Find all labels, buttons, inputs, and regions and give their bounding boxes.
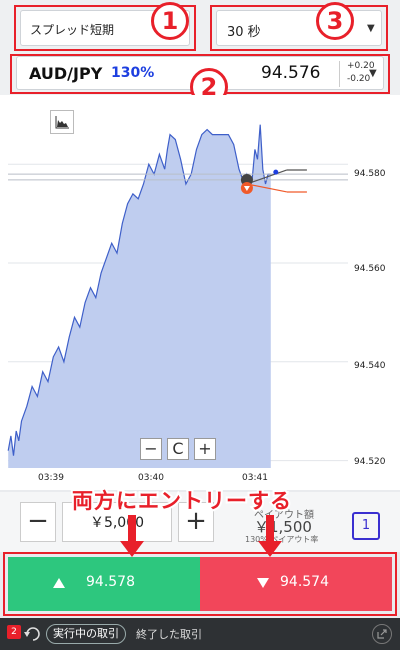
pair-name: AUD/JPY [29,64,103,83]
divider [339,61,340,87]
y-tick-label: 94.580 [354,169,386,179]
y-tick-label: 94.520 [354,457,386,467]
tab-closed-trades[interactable]: 終了した取引 [136,626,202,642]
open-trades-count: 2 [7,625,21,639]
reset-zoom-button[interactable]: C [167,438,189,460]
price-change-down: -0.20 [347,74,371,84]
current-price: 94.576 [261,63,321,83]
x-tick-label: 03:40 [138,473,164,483]
chevron-down-icon: ▼ [369,68,377,79]
x-tick-label: 03:41 [242,473,268,483]
zoom-out-button[interactable]: − [140,438,162,460]
current-price-point [273,169,279,175]
y-tick-label: 94.560 [354,264,386,274]
decrease-amount-button[interactable]: − [20,502,56,542]
refresh-icon[interactable] [23,624,43,644]
zoom-in-button[interactable]: + [194,438,216,460]
external-link-button[interactable] [372,624,392,644]
annotation-number-3: 3 [316,2,354,40]
chart-svg [7,100,348,468]
tab-active-trades[interactable]: 実行中の取引 [46,624,126,644]
chart-type-button[interactable] [50,110,74,134]
external-link-icon [377,629,387,639]
x-tick-label: 03:39 [38,473,64,483]
period-select[interactable]: 30 秒 ▼ [216,10,382,46]
annotation-overlay-text: 両方にエントリーする [70,487,293,515]
y-tick-label: 94.540 [354,361,386,371]
annotation-number-1: 1 [151,2,189,40]
price-chart[interactable]: − C + 03:39 03:40 03:41 94.580 94.560 94… [0,95,400,490]
annotation-box-trade [3,552,397,616]
footer-bar: 2 実行中の取引 終了した取引 [0,618,400,650]
period-label: 30 秒 [227,25,261,40]
payout-percent: 130% [111,65,155,81]
area-chart-icon [55,116,69,129]
strategy-label: スプレッド短期 [30,23,115,37]
chevron-down-icon: ▼ [367,23,375,34]
quantity-badge[interactable]: 1 [352,512,380,540]
